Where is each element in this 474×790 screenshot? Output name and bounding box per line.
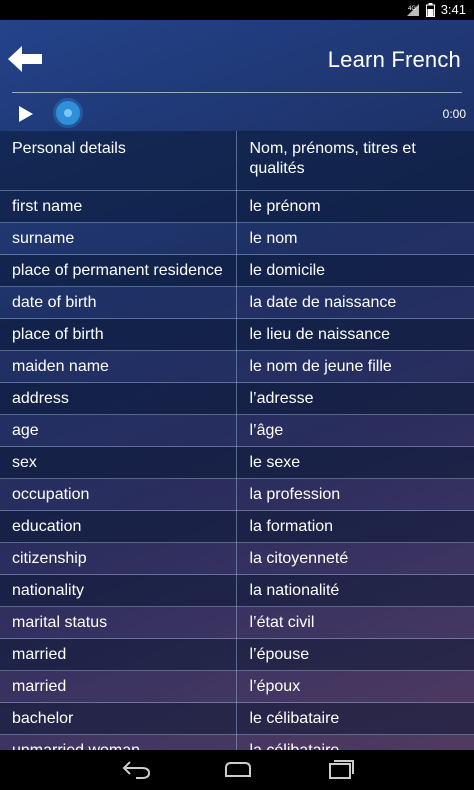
status-icons: 4G 3:41 [406,2,466,18]
svg-text:4G: 4G [408,6,416,12]
back-button[interactable] [6,44,44,74]
table-row: sex le sexe [0,446,474,479]
table-row: address l’adresse [0,382,474,415]
french-term: le nom de jeune fille [236,350,474,383]
battery-icon [425,3,435,17]
french-term: la date de naissance [236,286,474,319]
english-term: married [0,670,238,703]
nav-recents-icon [329,760,354,779]
table-row: surname le nom [0,222,474,255]
status-bar: 4G 3:41 [0,0,474,20]
arrow-left-icon [8,46,42,72]
english-term: sex [0,446,238,479]
french-term: l’âge [236,414,474,447]
play-icon [19,106,33,122]
vocabulary-table: Personal details Nom, prénoms, titres et… [0,131,474,750]
french-term: l’époux [236,670,474,703]
app-screen: Learn French 0:00 Personal details Nom, … [0,20,474,750]
table-row: age l’âge [0,414,474,447]
english-term: place of birth [0,318,238,351]
english-term: place of permanent residence [0,254,238,287]
table-header-row: Personal details Nom, prénoms, titres et… [0,131,474,191]
table-row: bachelor le célibataire [0,702,474,735]
table-row: education la formation [0,510,474,543]
header: Learn French 0:00 [0,20,474,130]
table-row: marital status l’état civil [0,606,474,639]
table-row: maiden name le nom de jeune fille [0,350,474,383]
french-term: l’épouse [236,638,474,671]
english-term: age [0,414,238,447]
french-term: le sexe [236,446,474,479]
french-term: la nationalité [236,574,474,607]
play-button[interactable] [18,105,34,123]
french-term: la citoyenneté [236,542,474,575]
french-term: la formation [236,510,474,543]
header-french: Nom, prénoms, titres et qualités [236,131,474,191]
signal-icon: 4G [406,3,420,17]
french-term: le nom [236,222,474,255]
time-readout: 0:00 [442,107,466,121]
french-term: l’état civil [236,606,474,639]
english-term: unmarried woman [0,734,238,750]
nav-back-icon [122,761,151,779]
table-row: place of birth le lieu de naissance [0,318,474,351]
english-term: citizenship [0,542,238,575]
english-term: married [0,638,238,671]
nav-home-icon [225,762,251,777]
table-row: nationality la nationalité [0,574,474,607]
french-term: le célibataire [236,702,474,735]
clock: 3:41 [440,2,466,17]
table-row: first name le prénom [0,190,474,223]
english-term: surname [0,222,238,255]
english-term: nationality [0,574,238,607]
english-term: first name [0,190,238,223]
table-row: date of birth la date de naissance [0,286,474,319]
english-term: occupation [0,478,238,511]
english-term: marital status [0,606,238,639]
english-term: date of birth [0,286,238,319]
english-term: education [0,510,238,543]
english-term: bachelor [0,702,238,735]
nav-home-button[interactable] [223,758,253,785]
french-term: l’adresse [236,382,474,415]
french-term: la célibataire [236,734,474,750]
nav-recents-button[interactable] [325,758,355,785]
french-term: le domicile [236,254,474,287]
english-term: maiden name [0,350,238,383]
table-row: occupation la profession [0,478,474,511]
french-term: la profession [236,478,474,511]
table-row: unmarried woman la célibataire [0,734,474,750]
table-row: married l’époux [0,670,474,703]
english-term: address [0,382,238,415]
header-english: Personal details [0,131,238,191]
table-row: place of permanent residence le domicile [0,254,474,287]
navigation-bar [0,750,474,790]
french-term: le lieu de naissance [236,318,474,351]
nav-back-button[interactable] [122,758,152,785]
header-divider [12,92,462,93]
seek-slider-thumb[interactable] [56,101,80,125]
table-row: married l’épouse [0,638,474,671]
page-title: Learn French [327,47,461,72]
table-row: citizenship la citoyenneté [0,542,474,575]
french-term: le prénom [236,190,474,223]
